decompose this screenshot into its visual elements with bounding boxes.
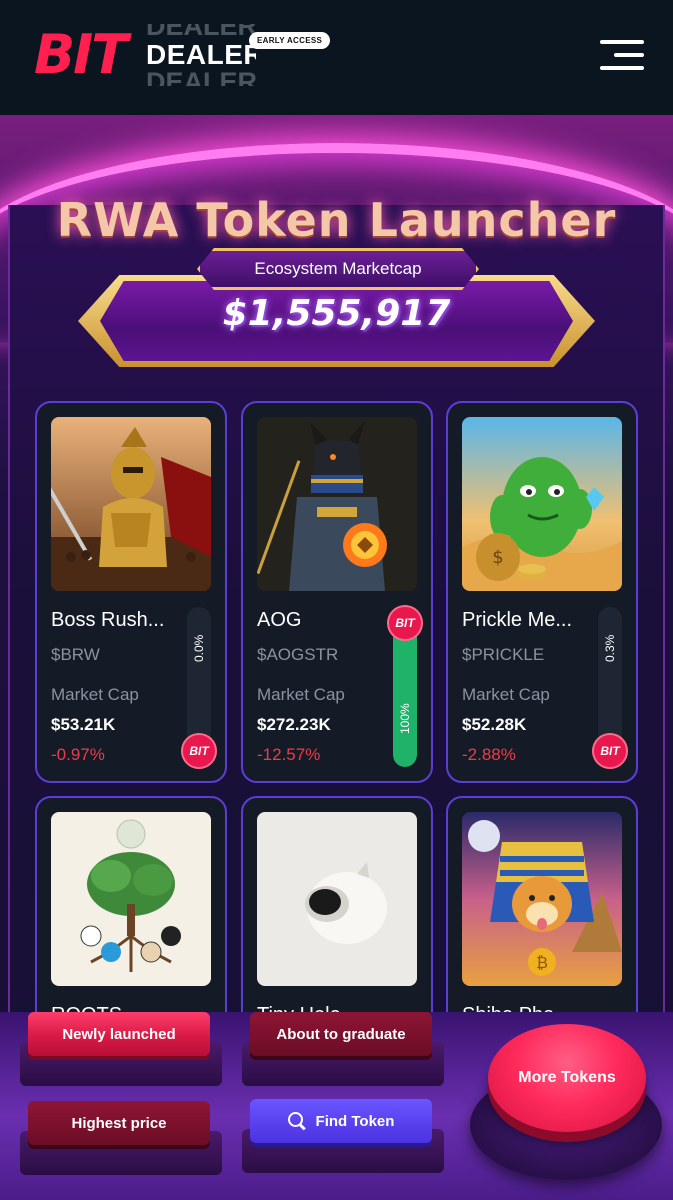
token-name: AOG: [257, 609, 302, 631]
price-change: -12.57%: [257, 745, 321, 764]
about-to-graduate-wrap: About to graduate: [242, 1012, 452, 1088]
early-access-badge: EARLY ACCESS: [249, 32, 331, 49]
find-token-button[interactable]: Find Token: [250, 1099, 432, 1143]
bit-badge-icon: BIT: [181, 733, 217, 769]
logo-bit-text: BIT: [34, 23, 128, 86]
bonding-progress-label: 0.3%: [603, 634, 617, 662]
svg-text:₿: ₿: [536, 953, 548, 972]
find-token-wrap: Find Token: [242, 1099, 452, 1175]
token-ticker: $PRICKLE: [462, 645, 545, 664]
token-image-cactus: $: [462, 417, 622, 591]
token-name: Prickle Me...: [462, 609, 573, 631]
top-header: BIT DEALER DEALER DEALER EARLY ACCESS: [0, 0, 673, 115]
svg-text:$: $: [492, 547, 503, 568]
logo-dealer-ghost-bottom: DEALER: [146, 67, 256, 86]
price-change: -0.97%: [51, 745, 105, 764]
market-cap-label: Market Cap: [462, 685, 550, 704]
bit-badge-icon: BIT: [387, 605, 423, 641]
bonding-progress-label: 100%: [398, 703, 412, 734]
find-token-label: Find Token: [315, 1112, 395, 1130]
highest-price-button[interactable]: Highest price: [28, 1101, 210, 1145]
token-image-tree: [51, 812, 211, 986]
bitdealer-logo[interactable]: BIT DEALER DEALER DEALER EARLY ACCESS: [34, 24, 334, 86]
newly-launched-wrap: Newly launched: [20, 1012, 230, 1088]
token-card[interactable]: $ Prickle Me... $PRICKLE Market Cap $52.…: [446, 401, 638, 783]
price-change: -2.88%: [462, 745, 516, 764]
token-ticker: $BRW: [51, 645, 100, 664]
highest-price-wrap: Highest price: [20, 1101, 230, 1177]
logo-dealer-text: DEALER: [146, 39, 256, 70]
token-image-shiba-pharaoh: ₿: [462, 812, 622, 986]
token-ticker: $AOGSTR: [257, 645, 339, 664]
market-cap-value: $52.28K: [462, 715, 527, 734]
market-cap-label: Market Cap: [51, 685, 139, 704]
token-card[interactable]: Boss Rush... $BRW Market Cap $53.21K -0.…: [35, 401, 227, 783]
logo-dealer-wordmark: DEALER DEALER DEALER: [146, 24, 256, 86]
about-to-graduate-button[interactable]: About to graduate: [250, 1012, 432, 1056]
market-cap-label: Market Cap: [257, 685, 345, 704]
ecosystem-marketcap-value: $1,555,917: [222, 293, 451, 334]
hamburger-menu-icon[interactable]: [600, 40, 646, 72]
token-name: Boss Rush...: [51, 609, 165, 631]
bit-badge-icon: BIT: [592, 733, 628, 769]
search-icon: [287, 1112, 306, 1130]
token-image-hole: [257, 812, 417, 986]
market-cap-value: $53.21K: [51, 715, 116, 734]
ecosystem-marketcap-label: Ecosystem Marketcap: [197, 248, 479, 290]
token-image-anubis: [257, 417, 417, 591]
token-card[interactable]: AOG $AOGSTR Market Cap $272.23K -12.57% …: [241, 401, 433, 783]
logo-dealer-ghost-top: DEALER: [146, 24, 256, 41]
page-title: RWA Token Launcher: [56, 193, 617, 247]
market-cap-value: $272.23K: [257, 715, 331, 734]
more-tokens-button[interactable]: More Tokens: [488, 1024, 646, 1132]
newly-launched-button[interactable]: Newly launched: [28, 1012, 210, 1056]
token-image-warrior: [51, 417, 211, 591]
bonding-progress-label: 0.0%: [192, 634, 206, 662]
